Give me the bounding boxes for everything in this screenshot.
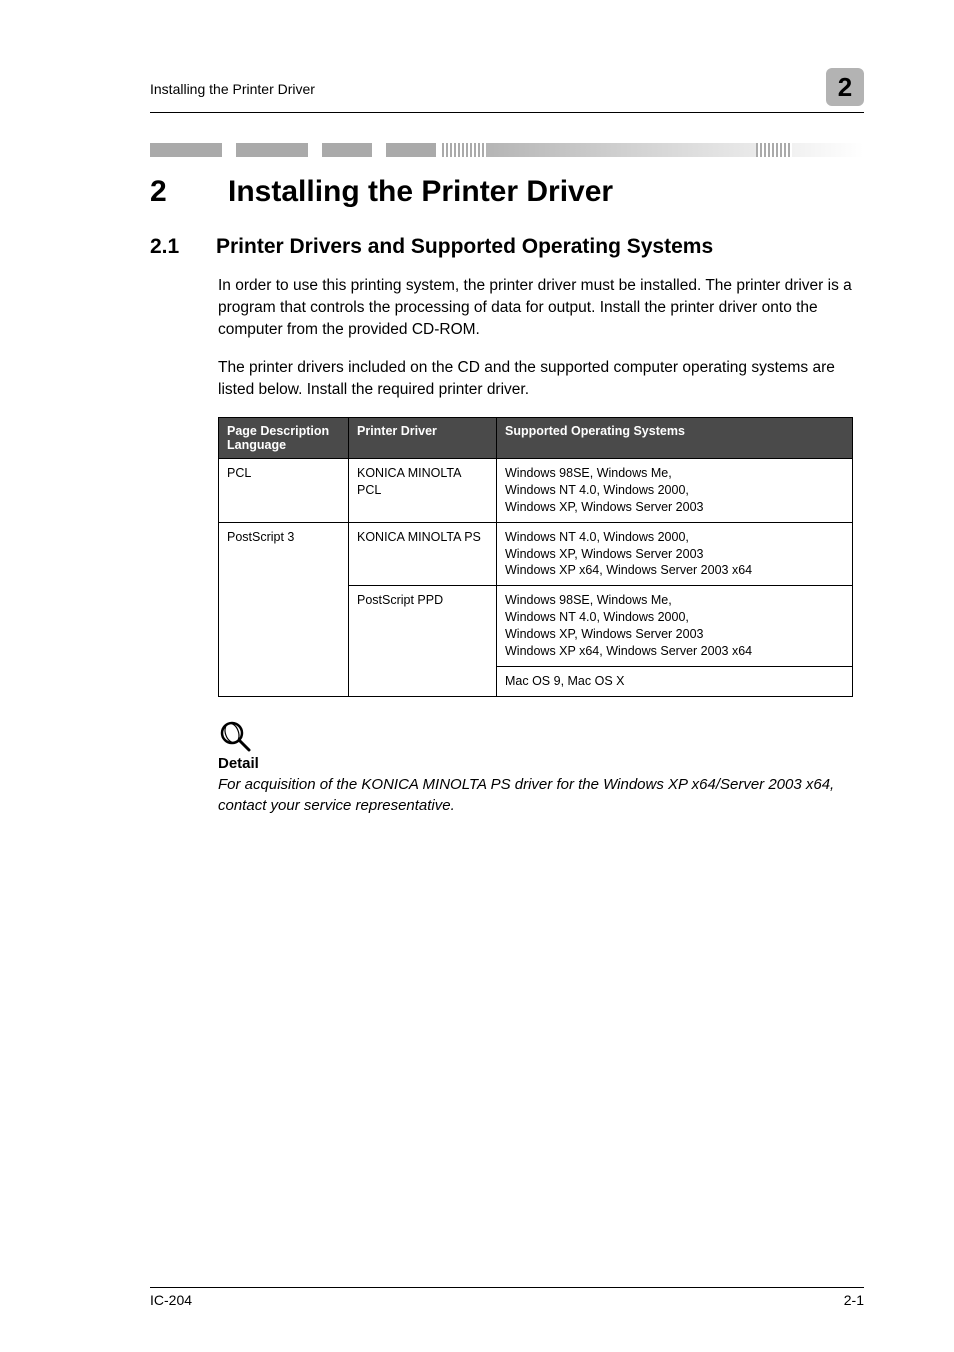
magnifier-icon (218, 719, 864, 753)
paragraph-2: The printer drivers included on the CD a… (218, 357, 864, 401)
table-row: PostScript 3 KONICA MINOLTA PS Windows N… (219, 522, 853, 586)
cell-os: Windows 98SE, Windows Me,Windows NT 4.0,… (497, 586, 853, 667)
paragraph-1: In order to use this printing system, th… (218, 275, 864, 341)
cell-driver: PostScript PPD (349, 586, 497, 696)
chapter-title: Installing the Printer Driver (228, 175, 613, 209)
chapter-badge: 2 (826, 68, 864, 106)
cell-driver: KONICA MINOLTA PS (349, 522, 497, 586)
cell-os: Windows 98SE, Windows Me,Windows NT 4.0,… (497, 459, 853, 523)
cell-lang: PCL (219, 459, 349, 523)
detail-label: Detail (218, 755, 864, 772)
section-heading: 2.1 Printer Drivers and Supported Operat… (150, 235, 864, 259)
section-number: 2.1 (150, 235, 192, 259)
cell-driver: KONICA MINOLTA PCL (349, 459, 497, 523)
col-header-driver: Printer Driver (349, 418, 497, 459)
detail-text: For acquisition of the KONICA MINOLTA PS… (218, 774, 864, 816)
table-row: PCL KONICA MINOLTA PCL Windows 98SE, Win… (219, 459, 853, 523)
detail-block: Detail For acquisition of the KONICA MIN… (218, 719, 864, 816)
col-header-os: Supported Operating Systems (497, 418, 853, 459)
col-header-lang: Page Description Language (219, 418, 349, 459)
section-title: Printer Drivers and Supported Operating … (216, 235, 713, 259)
footer-left: IC-204 (150, 1292, 192, 1308)
chapter-number: 2 (150, 175, 192, 209)
chapter-heading: 2 Installing the Printer Driver (150, 175, 864, 209)
footer-right: 2-1 (844, 1292, 864, 1308)
cell-os: Mac OS 9, Mac OS X (497, 666, 853, 696)
running-title: Installing the Printer Driver (150, 81, 315, 97)
page-header: Installing the Printer Driver 2 (150, 70, 864, 113)
driver-os-table: Page Description Language Printer Driver… (218, 417, 853, 697)
cell-lang: PostScript 3 (219, 522, 349, 696)
page-footer: IC-204 2-1 (150, 1287, 864, 1308)
decorative-bar (150, 143, 864, 157)
table-header-row: Page Description Language Printer Driver… (219, 418, 853, 459)
cell-os: Windows NT 4.0, Windows 2000,Windows XP,… (497, 522, 853, 586)
